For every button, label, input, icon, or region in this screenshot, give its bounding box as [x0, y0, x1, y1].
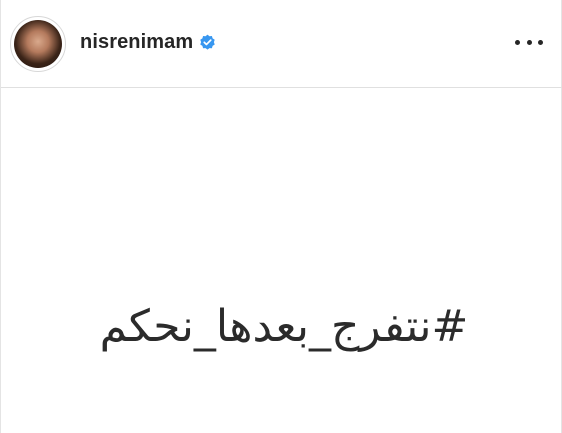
more-dot [515, 39, 520, 45]
more-dot [526, 39, 532, 45]
avatar[interactable] [10, 16, 66, 72]
username-link[interactable]: nisrenimam [80, 31, 193, 54]
more-options-icon[interactable] [515, 32, 543, 52]
hashtag-text: #نتفرج_بعدها_نحكم [99, 301, 469, 352]
post-header: nisrenimam [1, 0, 562, 88]
more-dot [538, 39, 543, 45]
profile-photo [14, 20, 62, 68]
post-image[interactable]: #نتفرج_بعدها_نحكم [1, 89, 562, 433]
instagram-post: nisrenimam #نتفرج_بعدها_نحكم [0, 0, 562, 433]
account-info: nisrenimam [80, 31, 216, 54]
verified-badge-icon [200, 34, 215, 50]
